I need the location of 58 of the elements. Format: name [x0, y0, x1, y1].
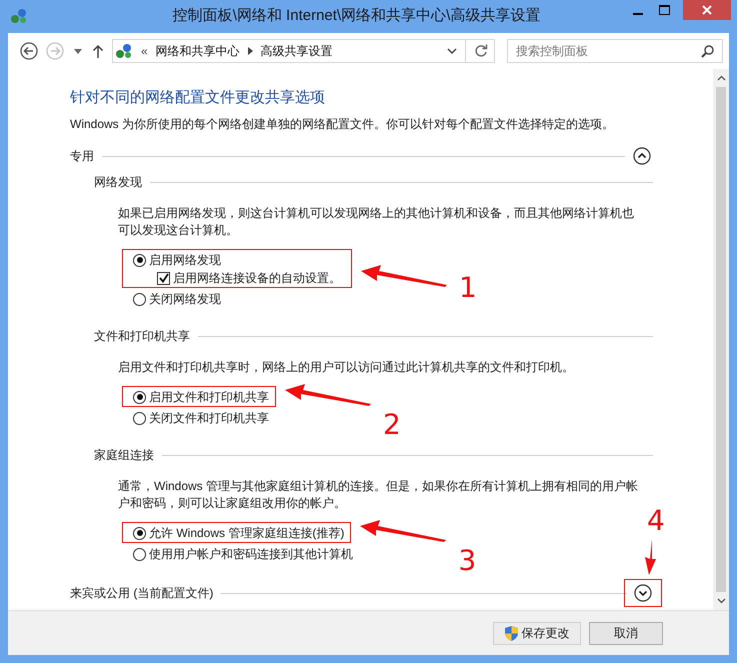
setting-group-title: 文件和打印机共享 — [94, 328, 190, 344]
option-label: 允许 Windows 管理家庭组连接(推荐) — [149, 524, 344, 542]
chevron-up-icon — [633, 147, 651, 165]
option-label: 关闭网络发现 — [149, 290, 221, 308]
expand-button[interactable] — [632, 582, 654, 604]
maximize-icon — [658, 5, 670, 15]
option-label: 关闭文件和打印机共享 — [149, 410, 269, 426]
scroll-down-icon[interactable] — [716, 598, 726, 604]
collapse-button[interactable] — [631, 145, 653, 167]
back-button[interactable] — [18, 40, 40, 62]
radio-button[interactable] — [133, 292, 146, 306]
profile-title: 专用 — [70, 148, 94, 164]
annotation-arrow — [643, 539, 657, 575]
chevron-down-icon — [634, 584, 652, 602]
network-icon — [115, 43, 133, 59]
save-button[interactable]: 保存更改 — [493, 622, 581, 644]
radio-button[interactable] — [133, 390, 146, 404]
shield-icon — [504, 626, 518, 640]
option-label: 使用用户帐户和密码连接到其他计算机 — [149, 546, 353, 562]
annotation-number: 4 — [647, 507, 665, 535]
minimize-icon — [633, 12, 643, 14]
setting-group-title: 网络发现 — [94, 174, 142, 190]
address-field[interactable]: « 网络和共享中心 高级共享设置 — [112, 39, 495, 63]
caret-icon — [74, 48, 82, 54]
breadcrumb[interactable]: 高级共享设置 — [260, 42, 333, 60]
scroll-up-icon[interactable] — [716, 75, 726, 81]
profile-title: 来宾或公用 (当前配置文件) — [70, 584, 214, 602]
search-icon — [701, 45, 714, 58]
option-label: 启用文件和打印机共享 — [149, 388, 269, 406]
close-button[interactable] — [683, 0, 731, 20]
radio-button[interactable] — [133, 526, 146, 540]
annotation-number: 3 — [458, 547, 476, 575]
overflow-chevron[interactable]: « — [141, 44, 148, 58]
setting-description: 通常，Windows 管理与其他家庭组计算机的连接。但是，如果你在所有计算机上拥有相同的用户帐户和密码，则可以让家庭组改用你的帐户。 — [117, 478, 640, 512]
radio-button[interactable] — [133, 412, 146, 424]
breadcrumb[interactable]: 网络和共享中心 — [156, 42, 240, 60]
annotation-number: 1 — [459, 274, 477, 302]
refresh-icon[interactable] — [474, 44, 488, 58]
scrollbar[interactable] — [713, 69, 729, 610]
up-button[interactable] — [90, 42, 106, 60]
intro-text: Windows 为你所使用的每个网络创建单独的网络配置文件。你可以针对每个配置文件选择特定的选项。 — [70, 116, 616, 133]
setting-group-title: 家庭组连接 — [94, 446, 154, 464]
annotation-number: 2 — [383, 411, 401, 439]
dropdown-icon[interactable] — [447, 48, 457, 54]
setting-description: 如果已启用网络发现，则这台计算机可以发现网络上的其他计算机和设备，而且其他网络计算机也可以发现这台计算机。 — [117, 205, 635, 239]
cancel-button[interactable]: 取消 — [589, 622, 663, 644]
close-icon — [702, 5, 712, 15]
radio-button[interactable] — [133, 254, 146, 266]
page-heading: 针对不同的网络配置文件更改共享选项 — [70, 88, 326, 107]
network-icon — [10, 8, 28, 24]
window-title: 控制面板\网络和 Internet\网络和共享中心\高级共享设置 — [172, 6, 542, 25]
option-label: 启用网络连接设备的自动设置。 — [173, 270, 341, 286]
chevron-right-icon — [248, 47, 253, 55]
option-label: 启用网络发现 — [149, 252, 221, 268]
radio-button[interactable] — [133, 548, 146, 560]
setting-description: 启用文件和打印机共享时，网络上的用户可以访问通过此计算机共享的文件和打印机。 — [117, 359, 575, 376]
checkbox[interactable] — [157, 272, 170, 284]
search-field[interactable]: 搜索控制面板 — [507, 39, 723, 63]
